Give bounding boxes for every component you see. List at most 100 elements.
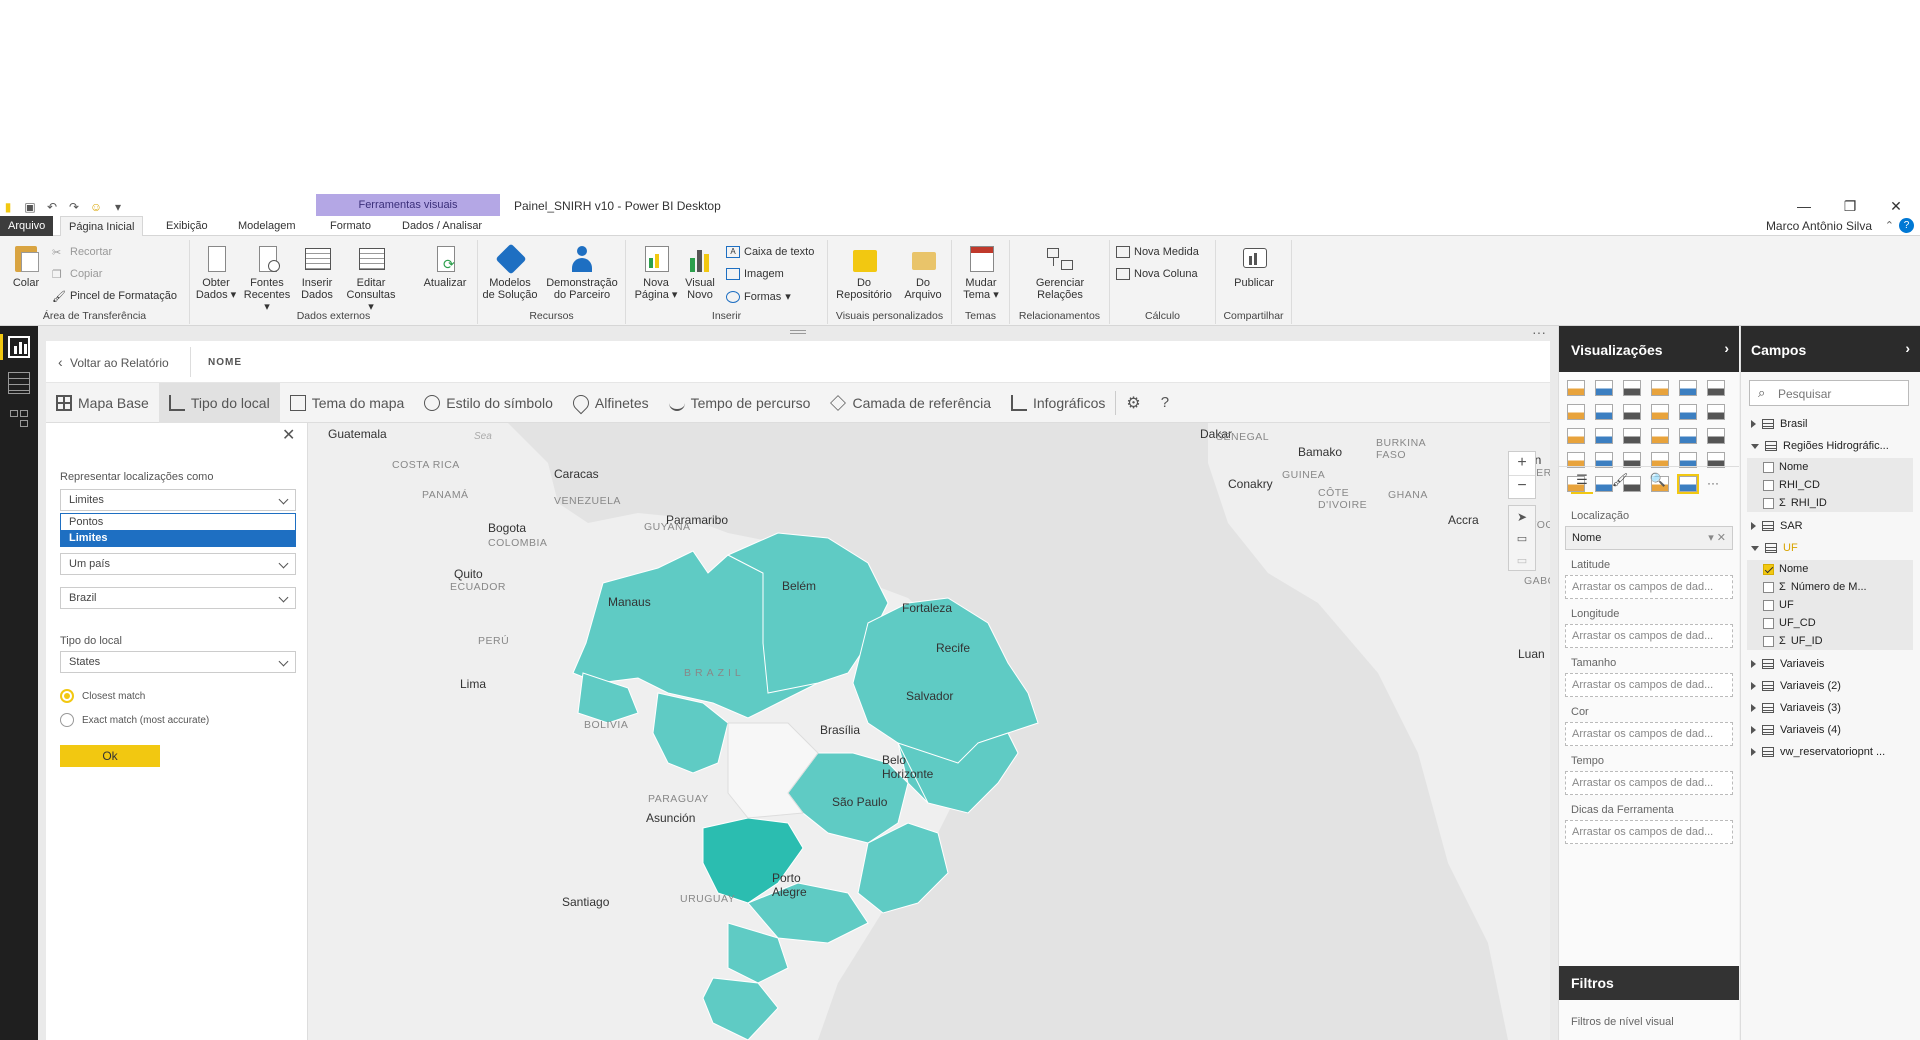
publish-button[interactable]: Publicar [1224, 244, 1284, 289]
field-table[interactable]: Variaveis [1741, 654, 1920, 674]
location-type-select[interactable]: States [60, 651, 296, 673]
new-visual-button[interactable]: Visual Novo [682, 244, 718, 301]
save-icon[interactable]: ▣ [22, 200, 38, 214]
remove-field-icon[interactable]: ▾ ✕ [1708, 531, 1726, 544]
field-well[interactable]: Arrastar os campos de dad... [1565, 820, 1733, 844]
tool-infographics[interactable]: Infográficos [1001, 383, 1115, 423]
line-clustered-visual-icon[interactable] [1679, 404, 1697, 420]
field-checkbox[interactable] [1763, 461, 1774, 473]
treemap-visual-icon[interactable] [1679, 428, 1697, 444]
collapse-ribbon-icon[interactable]: ⌃ [1885, 219, 1894, 232]
drag-handle-icon[interactable] [790, 330, 806, 334]
field-well[interactable]: Arrastar os campos de dad... [1565, 624, 1733, 648]
data-view-icon[interactable] [8, 372, 30, 394]
shapes-button[interactable]: Formas ▾ [726, 290, 791, 303]
field-item[interactable]: Nome [1747, 560, 1913, 578]
map-area[interactable]: Guatemala Sea COSTA RICA PANAMÁ Caracas … [308, 423, 1550, 1040]
stacked-column-visual-icon[interactable] [1595, 380, 1613, 396]
field-checkbox[interactable] [1763, 479, 1774, 491]
field-item[interactable]: Σ Número de M... [1747, 578, 1913, 596]
clustered-bar-visual-icon[interactable] [1623, 380, 1641, 396]
field-well[interactable]: Arrastar os campos de dad... [1565, 673, 1733, 697]
new-page-button[interactable]: Nova Página ▾ [634, 244, 678, 301]
field-table[interactable]: Variaveis (3) [1741, 698, 1920, 718]
field-well[interactable]: Arrastar os campos de dad... [1565, 575, 1733, 599]
option-boundaries[interactable]: Limites [61, 530, 295, 546]
cut-button[interactable]: ✂ Recortar [52, 246, 112, 259]
recent-sources-button[interactable]: Fontes Recentes ▾ [242, 244, 292, 313]
tool-symbol-style[interactable]: Estilo do símbolo [414, 383, 563, 423]
analytics-tab-icon[interactable]: 🔍 [1647, 472, 1669, 494]
zoom-in-button[interactable]: + [1509, 452, 1535, 476]
field-checkbox[interactable] [1763, 635, 1774, 647]
radio-closest-match[interactable] [60, 689, 74, 703]
close-button[interactable]: ✕ [1876, 196, 1916, 216]
get-data-button[interactable]: Obter Dados ▾ [194, 244, 238, 301]
fields-search-input[interactable]: ⌕ Pesquisar [1749, 380, 1909, 406]
from-file-button[interactable]: Do Arquivo [898, 244, 948, 301]
100-column-visual-icon[interactable] [1707, 380, 1725, 396]
field-well[interactable]: Arrastar os campos de dad... [1565, 771, 1733, 795]
field-table[interactable]: Variaveis (2) [1741, 676, 1920, 696]
tool-reference-layer[interactable]: Camada de referência [820, 383, 1001, 423]
field-table[interactable]: SAR [1741, 516, 1920, 536]
stacked-area-visual-icon[interactable] [1623, 404, 1641, 420]
lasso-select-icon[interactable]: ▭ [1509, 550, 1535, 572]
tab-data-analyze[interactable]: Dados / Analisar [394, 216, 490, 236]
clustered-column-visual-icon[interactable] [1651, 380, 1669, 396]
field-table[interactable]: Variaveis (4) [1741, 720, 1920, 740]
field-checkbox[interactable] [1763, 497, 1774, 509]
field-item[interactable]: Nome [1747, 458, 1913, 476]
tab-home[interactable]: Página Inicial [60, 216, 144, 237]
smiley-icon[interactable]: ☺ [88, 200, 104, 214]
field-item[interactable]: Σ UF_ID [1747, 632, 1913, 650]
from-store-button[interactable]: Do Repositório [832, 244, 896, 301]
field-checkbox[interactable] [1763, 581, 1774, 593]
new-measure-button[interactable]: Nova Medida [1116, 246, 1199, 258]
scatter-visual-icon[interactable] [1595, 428, 1613, 444]
field-checkbox[interactable] [1763, 599, 1774, 611]
format-tab-icon[interactable]: 🖌 [1609, 472, 1631, 494]
pie-visual-icon[interactable] [1623, 428, 1641, 444]
field-table[interactable]: Regiões Hidrográfic... [1741, 436, 1920, 456]
rectangle-select-icon[interactable]: ▭ [1509, 528, 1535, 550]
ok-button[interactable]: Ok [60, 745, 160, 767]
field-checkbox[interactable] [1763, 617, 1774, 629]
field-item[interactable]: Σ RHI_ID [1747, 494, 1913, 512]
radio-exact-match[interactable] [60, 713, 74, 727]
tool-location-type[interactable]: Tipo do local [158, 382, 280, 423]
field-table[interactable]: UF [1741, 538, 1920, 558]
line-visual-icon[interactable] [1567, 404, 1585, 420]
field-table[interactable]: Brasil [1741, 414, 1920, 434]
text-box-button[interactable]: A Caixa de texto [726, 246, 814, 258]
back-arrow-icon[interactable]: ‹ [58, 354, 63, 370]
country-select[interactable]: Brazil [60, 587, 296, 609]
more-options-icon[interactable]: ··· [1532, 324, 1546, 340]
field-table[interactable]: vw_reservatoriopnt ... [1741, 742, 1920, 762]
area-visual-icon[interactable] [1595, 404, 1613, 420]
tab-file[interactable]: Arquivo [0, 216, 54, 236]
field-well[interactable]: Arrastar os campos de dad... [1565, 722, 1733, 746]
edit-queries-button[interactable]: Editar Consultas ▾ [344, 244, 398, 313]
represent-select[interactable]: Limites [60, 489, 296, 511]
option-points[interactable]: Pontos [61, 514, 295, 530]
copy-button[interactable]: ❐ Copiar [52, 268, 102, 281]
relationships-view-icon[interactable] [8, 408, 30, 430]
ribbon-visual-icon[interactable] [1707, 404, 1725, 420]
scope-select[interactable]: Um país [60, 553, 296, 575]
waterfall-visual-icon[interactable] [1567, 428, 1585, 444]
redo-icon[interactable]: ↷ [66, 200, 82, 214]
settings-button[interactable]: ⚙ [1116, 383, 1150, 423]
pointer-icon[interactable]: ➤ [1509, 506, 1535, 528]
switch-theme-button[interactable]: Mudar Tema ▾ [956, 244, 1006, 301]
restore-button[interactable]: ❐ [1830, 196, 1870, 216]
tool-base-map[interactable]: Mapa Base [46, 383, 159, 423]
image-button[interactable]: Imagem [726, 268, 784, 280]
tab-format[interactable]: Formato [322, 216, 379, 236]
report-view-icon[interactable] [8, 336, 30, 358]
100-bar-visual-icon[interactable] [1679, 380, 1697, 396]
help-button[interactable]: ? [1151, 383, 1179, 423]
format-painter-button[interactable]: 🖌 Pincel de Formatação [52, 290, 177, 303]
enter-data-button[interactable]: Inserir Dados [296, 244, 338, 301]
chevron-right-icon[interactable]: › [1724, 340, 1729, 356]
